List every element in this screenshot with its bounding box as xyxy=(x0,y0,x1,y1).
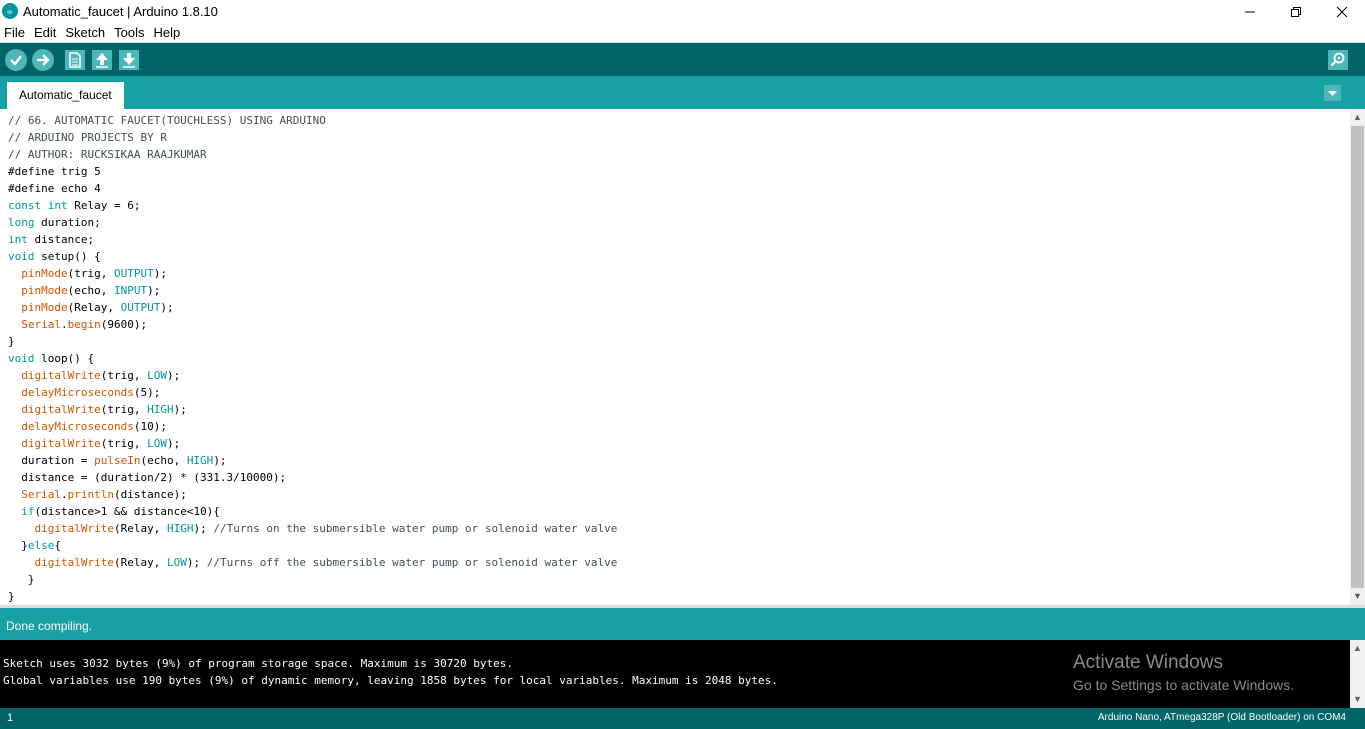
code-line: #define trig 5 xyxy=(8,165,101,178)
scroll-up-icon[interactable]: ▲ xyxy=(1350,109,1365,126)
code-line: Serial.begin(9600); xyxy=(21,318,148,331)
code-line: if(distance>1 && distance<10){ xyxy=(21,505,220,518)
code-line: void loop() { xyxy=(8,352,95,365)
code-editor[interactable]: // 66. AUTOMATIC FAUCET(TOUCHLESS) USING… xyxy=(0,109,1350,605)
board-info: Arduino Nano, ATmega328P (Old Bootloader… xyxy=(1097,712,1346,723)
code-line: digitalWrite(trig, LOW); xyxy=(21,437,181,450)
line-number: 1 xyxy=(7,712,14,724)
code-line: pinMode(Relay, OUTPUT); xyxy=(21,301,174,314)
close-button[interactable] xyxy=(1319,0,1365,23)
tab-automatic-faucet[interactable]: Automatic_faucet xyxy=(7,82,124,109)
code-line: delayMicroseconds(5); xyxy=(21,386,161,399)
scroll-up-icon[interactable]: ▲ xyxy=(1350,640,1365,657)
tab-label: Automatic_faucet xyxy=(19,88,112,102)
footer-bar: 1 Arduino Nano, ATmega328P (Old Bootload… xyxy=(0,708,1365,729)
menu-file[interactable]: File xyxy=(0,23,30,42)
new-sketch-button[interactable] xyxy=(65,50,85,70)
code-line: } xyxy=(8,590,15,603)
maximize-button[interactable] xyxy=(1273,0,1319,23)
restore-icon xyxy=(1291,6,1301,17)
menu-help[interactable]: Help xyxy=(149,23,185,42)
console-scrollbar[interactable]: ▲ ▼ xyxy=(1350,640,1365,708)
scrollbar-thumb[interactable] xyxy=(1351,126,1364,588)
code-line: int distance; xyxy=(8,233,95,246)
editor-scrollbar[interactable]: ▲ ▼ xyxy=(1350,109,1365,605)
svg-text:∞: ∞ xyxy=(7,8,14,17)
console-line: Sketch uses 3032 bytes (9%) of program s… xyxy=(3,657,513,670)
save-button[interactable] xyxy=(119,50,139,70)
code-line: void setup() { xyxy=(8,250,101,263)
code-line: delayMicroseconds(10); xyxy=(21,420,167,433)
scroll-down-icon[interactable]: ▼ xyxy=(1350,691,1365,708)
code-line: // AUTHOR: RUCKSIKAA RAAJKUMAR xyxy=(8,148,207,161)
arrow-up-icon xyxy=(96,53,108,68)
arrow-down-icon xyxy=(123,53,135,68)
code-line: digitalWrite(Relay, LOW); //Turns off th… xyxy=(34,556,618,569)
code-line: duration = pulseIn(echo, HIGH); xyxy=(8,454,227,467)
magnifier-icon xyxy=(1330,52,1345,67)
code-line: // ARDUINO PROJECTS BY R xyxy=(8,131,167,144)
title-bar: ∞ Automatic_faucet | Arduino 1.8.10 xyxy=(0,0,1365,23)
upload-button[interactable] xyxy=(32,49,54,71)
menu-bar: File Edit Sketch Tools Help xyxy=(0,23,1365,43)
code-line: digitalWrite(trig, LOW); xyxy=(21,369,181,382)
verify-button[interactable] xyxy=(5,49,27,71)
code-line: }else{ xyxy=(8,539,61,552)
code-line: Serial.println(distance); xyxy=(21,488,187,501)
code-line: pinMode(trig, OUTPUT); xyxy=(21,267,167,280)
code-line: digitalWrite(Relay, HIGH); //Turns on th… xyxy=(34,522,618,535)
status-message: Done compiling. xyxy=(6,619,93,633)
new-file-icon xyxy=(69,52,81,68)
checkmark-icon xyxy=(10,55,22,66)
toolbar xyxy=(0,43,1365,76)
code-line: pinMode(echo, INPUT); xyxy=(21,284,161,297)
code-line: const int Relay = 6; xyxy=(8,199,141,212)
arrow-right-icon xyxy=(37,54,50,66)
code-line: } xyxy=(8,573,35,586)
arduino-logo-icon: ∞ xyxy=(2,3,18,19)
status-bar: Done compiling. xyxy=(0,608,1365,640)
code-line: digitalWrite(trig, HIGH); xyxy=(21,403,187,416)
serial-monitor-button[interactable] xyxy=(1328,50,1348,70)
activate-windows-subtitle: Go to Settings to activate Windows. xyxy=(1073,677,1294,693)
scroll-down-icon[interactable]: ▼ xyxy=(1350,588,1365,605)
console-line: Global variables use 190 bytes (9%) of d… xyxy=(3,674,778,687)
menu-edit[interactable]: Edit xyxy=(30,23,61,42)
minimize-icon xyxy=(1245,11,1255,12)
window-title: Automatic_faucet | Arduino 1.8.10 xyxy=(23,4,218,19)
code-line: // 66. AUTOMATIC FAUCET(TOUCHLESS) USING… xyxy=(8,114,326,127)
menu-tools[interactable]: Tools xyxy=(110,23,149,42)
menu-sketch[interactable]: Sketch xyxy=(61,23,110,42)
close-icon xyxy=(1336,6,1348,17)
code-line: long duration; xyxy=(8,216,101,229)
code-line: } xyxy=(8,335,15,348)
minimize-button[interactable] xyxy=(1227,0,1273,23)
triangle-down-icon xyxy=(1328,91,1337,96)
activate-windows-title: Activate Windows xyxy=(1073,652,1223,673)
open-button[interactable] xyxy=(92,50,112,70)
code-line: #define echo 4 xyxy=(8,182,101,195)
code-line: distance = (duration/2) * (331.3/10000); xyxy=(8,471,287,484)
tab-bar: Automatic_faucet xyxy=(0,76,1365,109)
console-output: Sketch uses 3032 bytes (9%) of program s… xyxy=(0,640,1350,708)
tab-menu-button[interactable] xyxy=(1324,85,1341,101)
